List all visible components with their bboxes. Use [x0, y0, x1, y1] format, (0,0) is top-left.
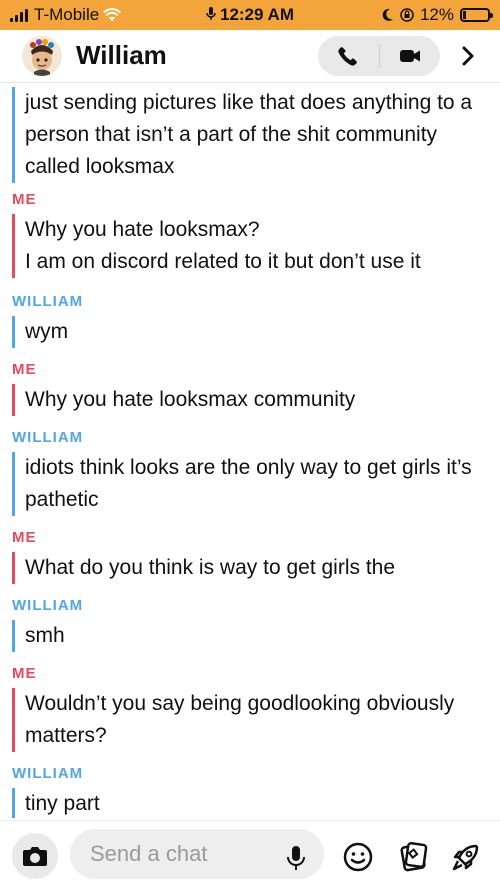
camera-button[interactable]	[12, 833, 58, 879]
message-sender: WILLIAM	[12, 293, 84, 310]
battery-percent: 12%	[419, 5, 454, 24]
camera-icon	[23, 847, 47, 866]
message-text: wym	[12, 316, 488, 348]
rocket-icon[interactable]	[450, 841, 482, 873]
bitmoji-avatar-icon	[30, 39, 54, 76]
call-buttons-group	[318, 36, 440, 76]
message: ME Why you hate looksmax? I am on discor…	[12, 191, 488, 278]
mic-icon[interactable]	[286, 845, 306, 871]
status-bar: T-Mobile 12:29 AM 12%	[0, 0, 500, 30]
message: ME What do you think is way to get girls…	[12, 529, 488, 584]
message-text: Wouldn’t you say being goodlooking obvio…	[12, 688, 488, 752]
phone-icon[interactable]	[336, 44, 360, 68]
emoji-icon[interactable]	[342, 841, 374, 873]
message: WILLIAM wym	[12, 293, 488, 348]
message: ME Wouldn’t you say being goodlooking ob…	[12, 665, 488, 752]
message-sender: WILLIAM	[12, 597, 84, 614]
message-text: idiots think looks are the only way to g…	[12, 452, 488, 516]
message-sender: WILLIAM	[12, 765, 84, 782]
mic-indicator-icon	[206, 7, 216, 20]
message: WILLIAM tiny part	[12, 765, 488, 818]
message: just sending pictures like that does any…	[12, 83, 488, 183]
message-text: just sending pictures like that does any…	[12, 87, 488, 183]
message-sender: ME	[12, 361, 37, 378]
message-sender: ME	[12, 191, 37, 208]
message-text: smh	[12, 620, 488, 652]
clock: 12:29 AM	[219, 5, 294, 24]
message-text: Why you hate looksmax community	[12, 384, 488, 416]
message-text: Why you hate looksmax? I am on discord r…	[12, 214, 488, 278]
chevron-right-icon[interactable]	[458, 46, 478, 66]
message-sender: ME	[12, 529, 37, 546]
battery-icon	[460, 8, 493, 22]
call-divider	[379, 44, 380, 68]
chat-composer	[0, 820, 500, 891]
moon-icon	[382, 8, 393, 21]
message-sender: WILLIAM	[12, 429, 84, 446]
avatar[interactable]	[22, 36, 62, 76]
chat-header: William	[0, 30, 500, 83]
message-text: tiny part	[12, 788, 488, 818]
rotation-lock-icon	[400, 8, 414, 22]
battery-level-fill	[463, 11, 466, 19]
message: WILLIAM idiots think looks are the only …	[12, 429, 488, 516]
message: ME Why you hate looksmax community	[12, 361, 488, 416]
contact-name[interactable]: William	[76, 40, 167, 71]
status-right: 12%	[382, 5, 493, 25]
stickers-icon[interactable]	[398, 841, 430, 873]
message: WILLIAM smh	[12, 597, 488, 652]
video-icon[interactable]	[398, 44, 422, 68]
chat-transcript[interactable]: just sending pictures like that does any…	[0, 83, 500, 818]
message-sender: ME	[12, 665, 37, 682]
message-text: What do you think is way to get girls th…	[12, 552, 488, 584]
